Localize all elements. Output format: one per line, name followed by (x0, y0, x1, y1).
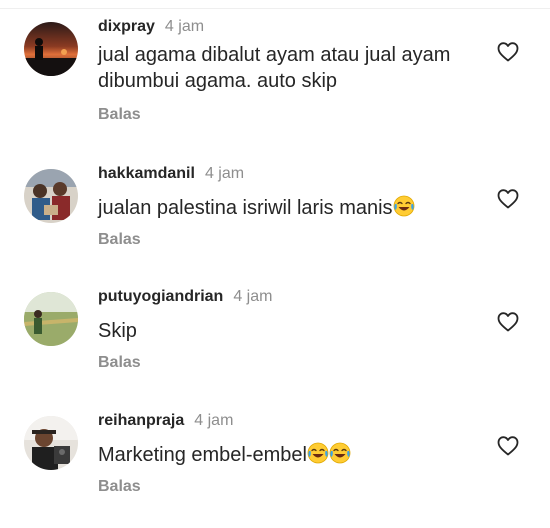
timestamp: 4 jam (233, 288, 273, 305)
avatar[interactable] (24, 416, 78, 470)
face-with-tears-of-joy-icon (393, 195, 415, 217)
username[interactable]: putuyogiandrian (98, 288, 223, 306)
avatar[interactable] (24, 292, 78, 346)
username[interactable]: dixpray (98, 18, 155, 36)
comment-header: hakkamdanil 4 jam (98, 165, 244, 187)
avatar[interactable] (24, 22, 78, 76)
timestamp: 4 jam (164, 18, 205, 35)
comment-text-content: Skip (98, 320, 137, 342)
comment-header: dixpray 4 jam (98, 18, 204, 40)
comment-header: reihanpraja 4 jam (98, 412, 233, 434)
comment-text: Marketing embel-embel (98, 442, 488, 468)
reply-button[interactable]: Balas (98, 478, 141, 496)
face-with-tears-of-joy-icon (307, 442, 329, 464)
reply-button[interactable]: Balas (98, 231, 141, 249)
heart-outline-icon[interactable] (496, 434, 520, 458)
comment-text-content: jual agama dibalut ayam atau jual ayam d… (98, 44, 451, 92)
comment-text: Skip (98, 318, 488, 344)
timestamp: 4 jam (194, 412, 234, 429)
timestamp: 4 jam (204, 165, 245, 182)
top-divider (0, 0, 550, 9)
face-with-tears-of-joy-icon (329, 442, 351, 464)
username[interactable]: hakkamdanil (98, 165, 195, 183)
comment-header: putuyogiandrian 4 jam (98, 288, 272, 310)
avatar[interactable] (24, 169, 78, 223)
reply-button[interactable]: Balas (98, 354, 141, 372)
comment-text-content: jualan palestina isriwil laris manis (98, 197, 393, 219)
heart-outline-icon[interactable] (496, 187, 520, 211)
comment-text-content: Marketing embel-embel (98, 444, 307, 466)
comment-text: jual agama dibalut ayam atau jual ayam d… (98, 42, 488, 94)
reply-button[interactable]: Balas (98, 106, 141, 124)
username[interactable]: reihanpraja (98, 412, 184, 430)
heart-outline-icon[interactable] (496, 40, 520, 64)
heart-outline-icon[interactable] (496, 310, 520, 334)
comment-text: jualan palestina isriwil laris manis (98, 195, 488, 221)
